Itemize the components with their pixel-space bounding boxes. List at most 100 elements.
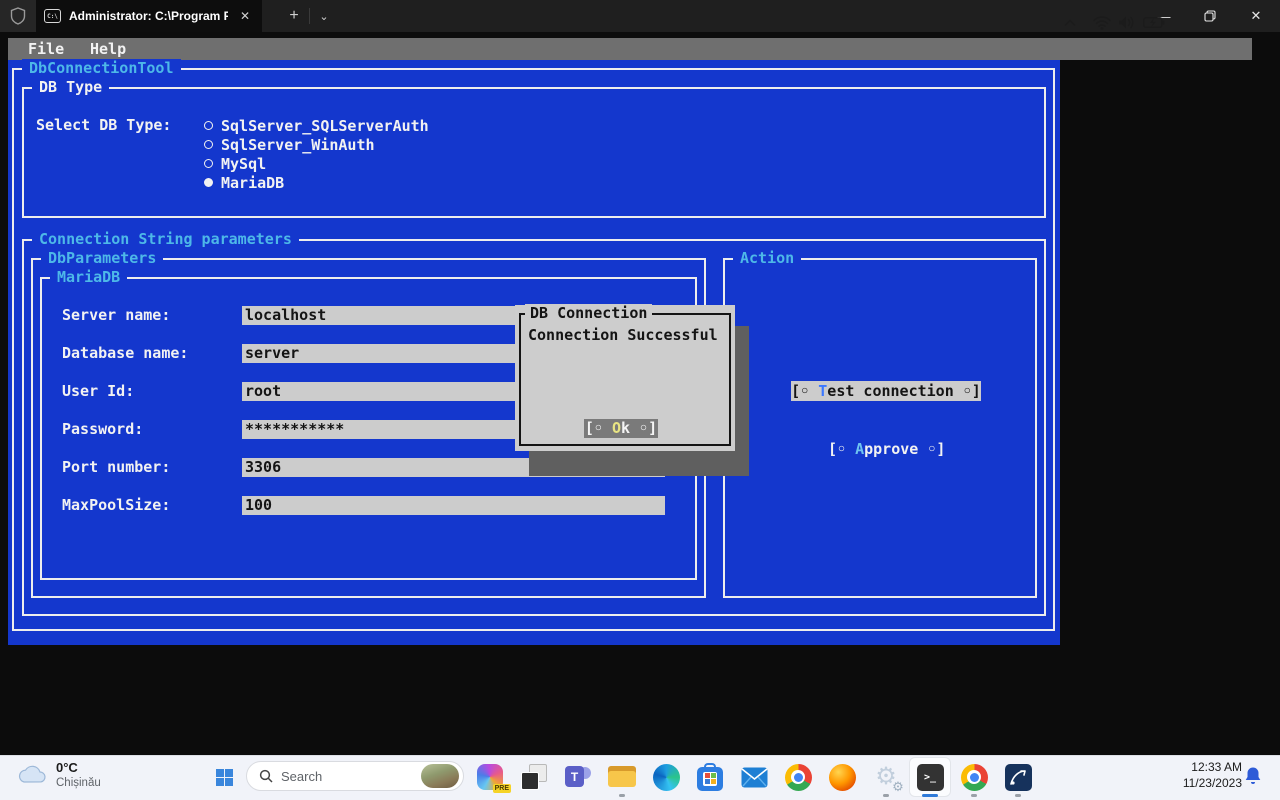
chrome-icon [785,764,812,791]
battery-charging-icon [1143,16,1165,29]
radio-circle-icon [204,121,213,130]
running-indicator-workbench [1015,794,1021,797]
tray-overflow-button[interactable] [1058,0,1082,45]
frame-title-dbparameters: DbParameters [41,249,163,268]
firefox-button[interactable] [824,759,860,795]
window-titlebar: C:\ Administrator: C:\Program Fil ✕ + ⌄ … [0,0,1280,32]
radio-sqlserver-sqlserverauth[interactable]: SqlServer_SQLServerAuth [204,116,429,135]
button-bracket: [◦ [828,440,855,458]
battery-status[interactable] [1140,0,1168,45]
teams-icon: T [565,764,591,790]
terminal-button[interactable]: >_ [912,759,948,795]
frame-title-db-type: DB Type [32,78,109,97]
search-box[interactable]: Search [246,761,464,791]
button-label: est connection [827,382,953,400]
task-view-button[interactable] [516,759,552,795]
radio-label: SqlServer_WinAuth [221,136,375,154]
tab-dropdown-button[interactable]: ⌄ [312,0,336,32]
chrome-icon [961,764,988,791]
terminal-icon: >_ [917,764,944,791]
teams-button[interactable]: T [560,759,596,795]
cmd-window-icon: C:\ [44,9,61,23]
running-indicator-terminal-active [922,794,938,797]
taskbar-clock[interactable]: 12:33 AM 11/23/2023 [1160,759,1242,791]
bing-daily-image-thumb[interactable] [421,764,459,788]
server-name-label: Server name: [62,306,170,325]
restore-button[interactable] [1187,0,1233,32]
new-tab-button[interactable]: + [281,0,307,32]
edge-icon [653,764,680,791]
copilot-icon: PRE [477,764,503,790]
store-button[interactable] [692,759,728,795]
radio-circle-icon [204,159,213,168]
store-icon [697,767,723,791]
terminal-client-area: File Help DbConnectionTool DB Type Selec… [0,32,1280,755]
taskbar: 0°C Chișinău [0,755,1280,800]
password-label: Password: [62,420,143,439]
radio-mysql[interactable]: MySql [204,154,266,173]
maxpoolsize-label: MaxPoolSize: [62,496,170,515]
button-hotkey: A [855,440,864,458]
mysql-workbench-icon [1005,764,1032,791]
mail-icon [741,767,768,788]
frame-title-dbconnectiontool: DbConnectionTool [22,59,181,78]
dialog-title: DB Connection [525,304,652,323]
search-icon [259,769,273,783]
running-indicator-gear-app [883,794,889,797]
wifi-icon [1093,16,1111,30]
button-label: k [621,419,630,437]
running-indicator-chrome [971,794,977,797]
cloud-icon [16,764,48,786]
menu-help[interactable]: Help [90,38,126,60]
weather-widget[interactable]: 0°C Chișinău [16,760,101,790]
frame-title-mariadb: MariaDB [50,268,127,287]
notifications-button[interactable] [1244,766,1262,791]
close-button[interactable]: ✕ [1233,0,1279,32]
ok-button[interactable]: [◦ Ok ◦] [584,419,658,438]
select-db-type-label: Select DB Type: [36,116,171,135]
chrome-button[interactable] [780,759,816,795]
file-explorer-icon [608,766,636,788]
radio-sqlserver-winauth[interactable]: SqlServer_WinAuth [204,135,375,154]
speaker-icon [1118,15,1136,30]
menu-file[interactable]: File [28,38,64,60]
chrome-2-button[interactable] [956,759,992,795]
terminal-tab[interactable]: C:\ Administrator: C:\Program Fil ✕ [36,0,262,32]
button-bracket: [◦ [585,419,612,437]
tab-title: Administrator: C:\Program Fil [69,9,228,23]
chevron-up-icon [1064,19,1076,27]
frame-action: Action [723,258,1037,598]
maxpoolsize-field[interactable]: 100 [242,496,665,515]
db-connection-dialog: DB Connection Connection Successful [◦ O… [515,305,735,451]
search-placeholder: Search [281,769,413,784]
mail-button[interactable] [736,759,772,795]
running-indicator-explorer [619,794,625,797]
wifi-status[interactable] [1090,0,1114,45]
weather-city: Chișinău [56,776,101,790]
copilot-button[interactable]: PRE [472,759,508,795]
tab-divider [309,8,310,24]
volume-status[interactable] [1114,0,1140,45]
button-bracket: ◦] [954,382,981,400]
close-tab-icon[interactable]: ✕ [236,7,254,25]
port-number-label: Port number: [62,458,170,477]
mysql-workbench-button[interactable] [1000,759,1036,795]
radio-circle-icon [204,178,213,187]
button-hotkey: O [612,419,621,437]
db-connection-tool-window: DbConnectionTool DB Type Select DB Type:… [8,60,1060,645]
test-connection-button[interactable]: [◦ Test connection ◦] [791,381,981,401]
firefox-icon [829,764,856,791]
user-id-label: User Id: [62,382,134,401]
radio-label: SqlServer_SQLServerAuth [221,117,429,135]
radio-mariadb[interactable]: MariaDB [204,173,284,192]
gear-app-button[interactable]: ⚙⚙ [868,759,904,795]
approve-button[interactable]: [◦ Approve ◦] [828,440,945,459]
frame-title-action: Action [733,249,801,268]
file-explorer-button[interactable] [604,759,640,795]
clock-time: 12:33 AM [1160,759,1242,775]
weather-temp: 0°C [56,760,101,776]
copilot-pre-badge: PRE [493,784,511,793]
radio-circle-icon [204,140,213,149]
edge-button[interactable] [648,759,684,795]
start-button[interactable] [208,761,240,793]
